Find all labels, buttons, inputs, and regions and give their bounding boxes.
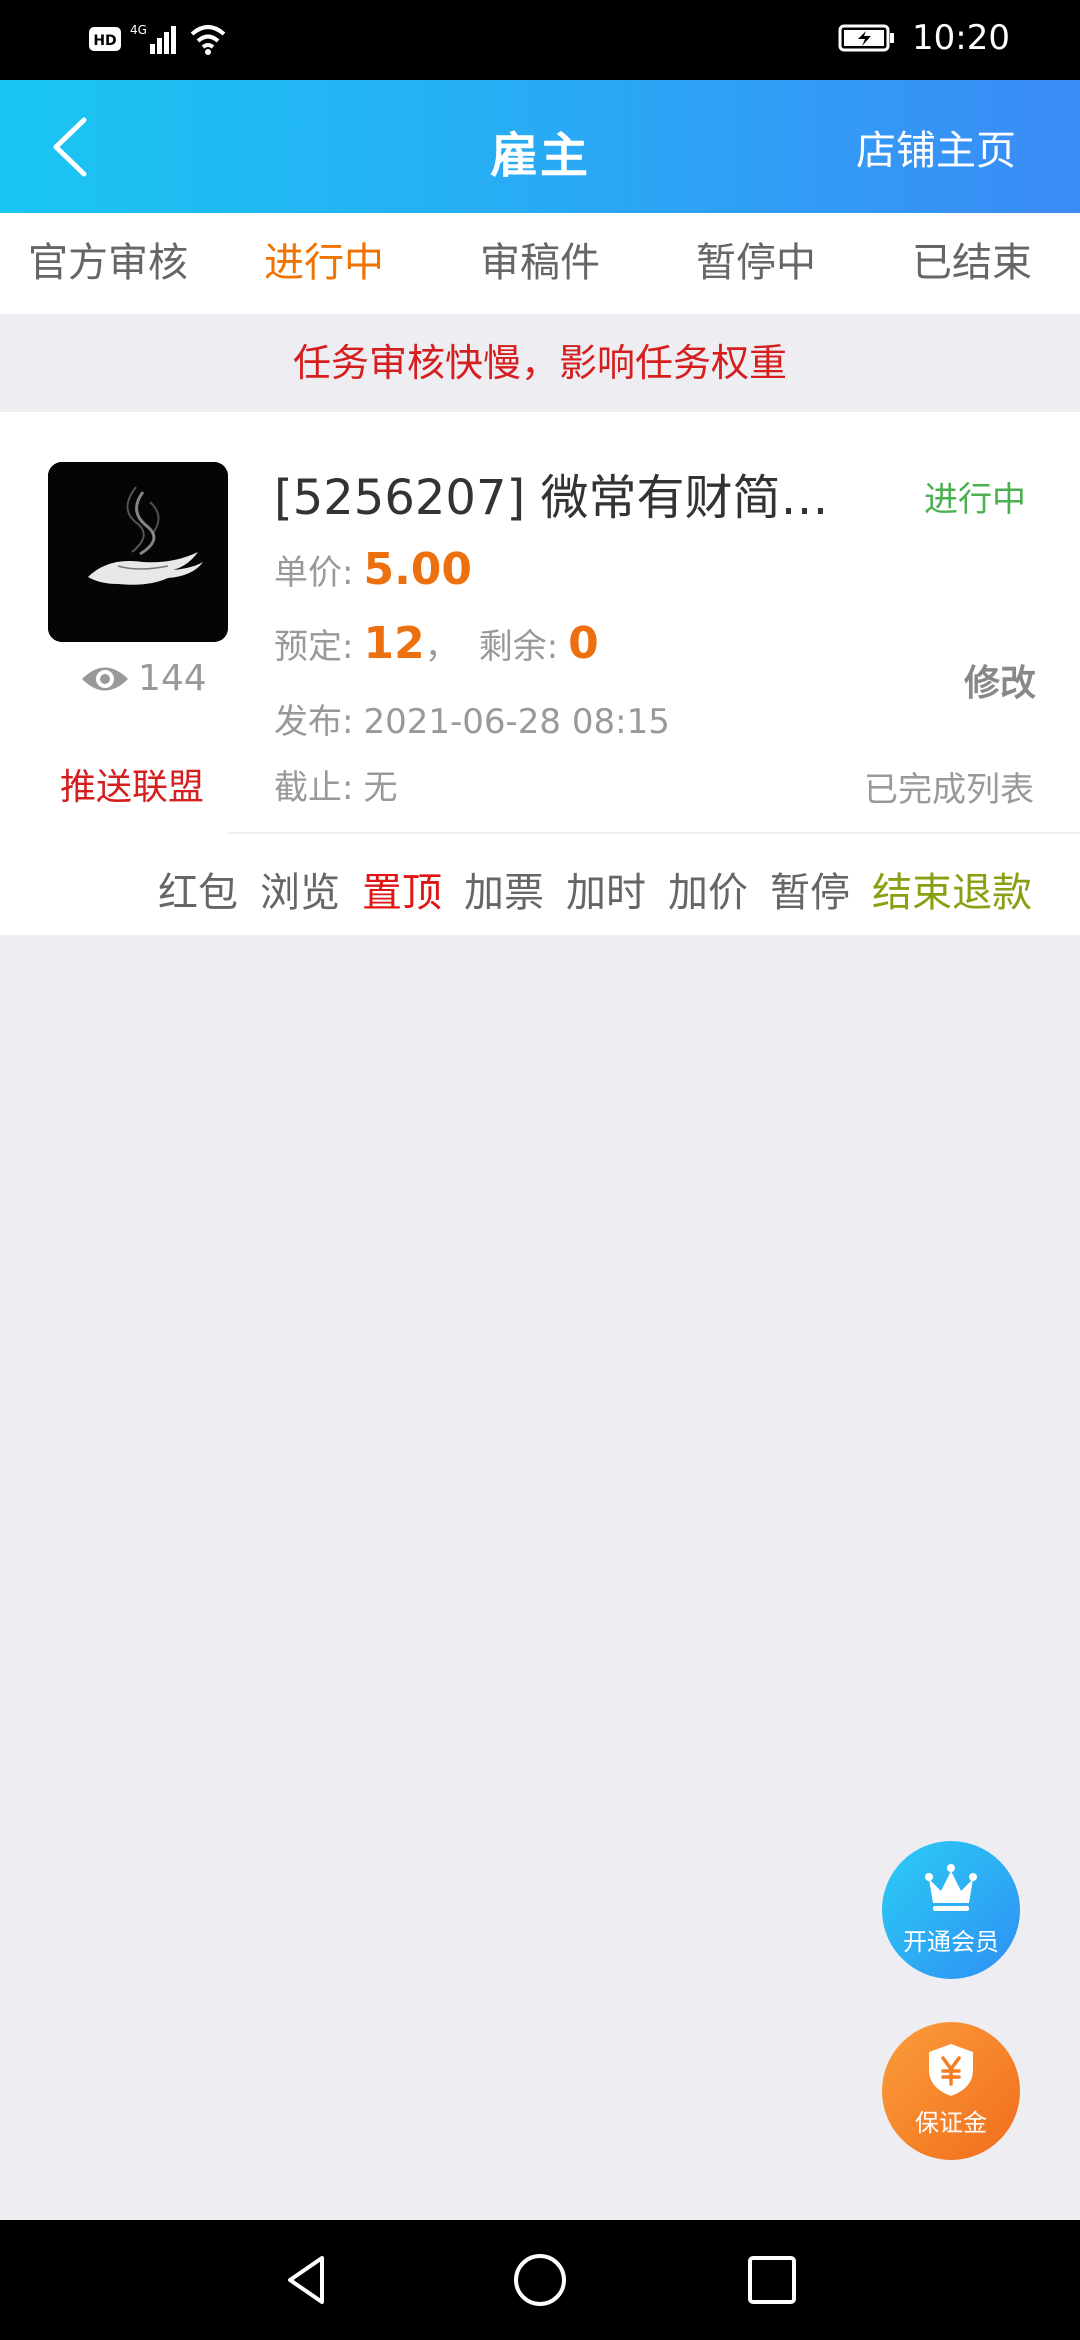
published-row: 发布: 2021-06-28 08:15 [274,694,670,743]
unit-price-row: 单价: 5.00 [274,544,472,595]
tab-in-progress[interactable]: 进行中 [216,213,432,314]
task-status-badge: 进行中 [924,480,1026,520]
svg-text:4G: 4G [130,23,147,37]
task-thumbnail[interactable] [48,462,228,642]
reserved-value: 12 [363,618,425,669]
published-value: 2021-06-28 08:15 [363,702,670,742]
status-left: HD 4G [88,22,228,56]
tab-bar: 官方审核 进行中 审稿件 暂停中 已结束 [0,213,1080,314]
view-count: 144 [80,658,207,699]
reserve-separator: ， [424,627,459,667]
tab-paused[interactable]: 暂停中 [648,213,864,314]
push-alliance-button[interactable]: 推送联盟 [60,758,204,810]
action-add-tickets[interactable]: 加票 [464,860,544,918]
notice-banner: 任务审核快慢，影响任务权重 [292,341,787,385]
task-actions: 红包 浏览 置顶 加票 加时 加价 暂停 结束退款 [158,860,1032,918]
unit-price-value: 5.00 [363,544,473,595]
status-time: 10:20 [912,18,1010,58]
svg-text:HD: HD [93,33,116,49]
action-add-time[interactable]: 加时 [566,860,646,918]
deposit-button[interactable]: 保证金 [882,2022,1020,2160]
tab-ended[interactable]: 已结束 [864,213,1080,314]
action-red-packet[interactable]: 红包 [158,860,238,918]
status-right: 10:20 [838,18,1010,58]
battery-icon [838,24,895,52]
remaining-value: 0 [568,618,599,669]
action-pin-top[interactable]: 置顶 [362,860,442,918]
smoke-hand-image [48,462,228,642]
unit-price-label: 单价: [274,553,354,593]
open-membership-button[interactable]: 开通会员 [882,1841,1020,1979]
signal-icon: 4G [130,23,176,54]
action-browse[interactable]: 浏览 [260,860,340,918]
wifi-icon [190,25,226,55]
tab-review-drafts[interactable]: 审稿件 [432,213,648,314]
system-nav-bar [0,2220,1080,2340]
app-header: 雇主 店铺主页 [0,80,1080,213]
edit-button[interactable]: 修改 [964,654,1036,706]
hd-icon: HD [89,27,121,51]
nav-back-icon[interactable] [278,2250,338,2310]
task-title[interactable]: [5256207] 微常有财简单… [274,458,854,528]
published-label: 发布: [274,702,354,742]
task-card[interactable]: 144 推送联盟 [5256207] 微常有财简单… 进行中 单价: 5.00 … [0,412,1080,935]
membership-label: 开通会员 [903,1928,999,1956]
eye-icon [82,667,128,690]
nav-home-icon[interactable] [510,2250,570,2310]
deadline-value: 无 [363,768,398,808]
deadline-row: 截止: 无 [274,760,397,809]
view-count-value: 144 [138,658,207,699]
action-add-price[interactable]: 加价 [668,860,748,918]
action-end-refund[interactable]: 结束退款 [872,860,1032,918]
shield-yen-icon [929,2044,973,2096]
tab-official-review[interactable]: 官方审核 [0,213,216,314]
reserve-row: 预定: 12 ， 剩余: 0 [274,618,599,669]
remaining-label: 剩余: [478,627,559,667]
deadline-label: 截止: [274,768,354,808]
deposit-label: 保证金 [915,2109,987,2137]
crown-icon [925,1864,977,1911]
reserved-label: 预定: [274,627,354,667]
shop-homepage-link[interactable]: 店铺主页 [856,118,1016,176]
action-pause[interactable]: 暂停 [770,860,850,918]
nav-recents-icon[interactable] [742,2250,802,2310]
status-bar: HD 4G 10:20 [0,0,1080,80]
divider [228,832,1080,834]
completed-list-link[interactable]: 已完成列表 [864,762,1034,811]
